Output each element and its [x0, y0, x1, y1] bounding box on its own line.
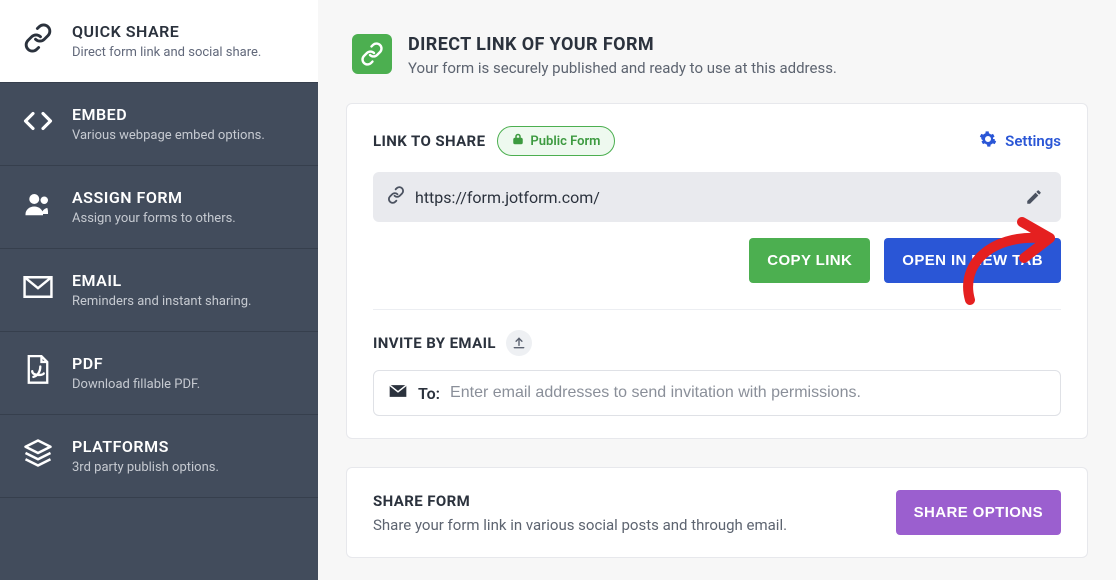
link-share-card: LINK TO SHARE Public Form Settings: [346, 103, 1088, 439]
upload-icon[interactable]: [506, 330, 532, 356]
gear-icon: [979, 130, 997, 152]
sidebar-item-title: EMAIL: [72, 271, 251, 290]
copy-link-button[interactable]: COPY LINK: [749, 238, 870, 283]
lock-icon: [512, 132, 524, 150]
edit-url-button[interactable]: [1021, 184, 1047, 210]
url-field[interactable]: https://form.jotform.com/: [373, 172, 1061, 222]
sidebar-item-sub: Assign your forms to others.: [72, 211, 236, 226]
sidebar-item-title: PLATFORMS: [72, 437, 219, 456]
sidebar-item-platforms[interactable]: PLATFORMS 3rd party publish options.: [0, 415, 318, 498]
sidebar: QUICK SHARE Direct form link and social …: [0, 0, 318, 580]
share-form-sub: Share your form link in various social p…: [373, 516, 876, 534]
link-to-share-label: LINK TO SHARE: [373, 132, 485, 150]
layers-icon: [22, 437, 54, 469]
pdf-icon: [22, 354, 54, 386]
main-content: DIRECT LINK OF YOUR FORM Your form is se…: [318, 0, 1116, 580]
share-options-button[interactable]: SHARE OPTIONS: [896, 490, 1061, 535]
page-header: DIRECT LINK OF YOUR FORM Your form is se…: [346, 34, 1088, 77]
public-form-pill-label: Public Form: [530, 134, 600, 149]
link-badge-icon: [352, 34, 392, 74]
settings-link-label: Settings: [1005, 132, 1061, 150]
page-subtitle: Your form is securely published and read…: [408, 59, 837, 77]
page-title: DIRECT LINK OF YOUR FORM: [408, 34, 837, 55]
open-in-new-tab-button[interactable]: OPEN IN NEW TAB: [884, 238, 1061, 283]
email-invite-field[interactable]: To:: [373, 370, 1061, 416]
sidebar-item-assign-form[interactable]: ASSIGN FORM Assign your forms to others.: [0, 166, 318, 249]
sidebar-item-embed[interactable]: EMBED Various webpage embed options.: [0, 83, 318, 166]
divider: [373, 309, 1061, 310]
share-form-card: SHARE FORM Share your form link in vario…: [346, 467, 1088, 558]
invite-by-email-label: INVITE BY EMAIL: [373, 334, 496, 352]
envelope-icon: [22, 271, 54, 303]
email-input[interactable]: [450, 384, 1046, 402]
sidebar-item-sub: Various webpage embed options.: [72, 128, 265, 143]
link-icon: [387, 186, 405, 208]
users-icon: [22, 188, 54, 220]
public-form-pill[interactable]: Public Form: [497, 126, 615, 156]
sidebar-item-email[interactable]: EMAIL Reminders and instant sharing.: [0, 249, 318, 332]
sidebar-item-title: PDF: [72, 354, 200, 373]
envelope-small-icon: [388, 383, 408, 403]
sidebar-item-sub: Reminders and instant sharing.: [72, 294, 251, 309]
sidebar-item-title: ASSIGN FORM: [72, 188, 236, 207]
sidebar-item-sub: 3rd party publish options.: [72, 460, 219, 475]
link-chain-icon: [22, 22, 54, 54]
to-label: To:: [418, 384, 440, 403]
sidebar-item-title: QUICK SHARE: [72, 22, 261, 41]
sidebar-item-pdf[interactable]: PDF Download fillable PDF.: [0, 332, 318, 415]
url-text: https://form.jotform.com/: [415, 188, 1011, 207]
share-form-title: SHARE FORM: [373, 492, 876, 510]
sidebar-item-sub: Download fillable PDF.: [72, 377, 200, 392]
pencil-icon: [1025, 188, 1043, 206]
settings-link[interactable]: Settings: [979, 130, 1061, 152]
sidebar-item-title: EMBED: [72, 105, 265, 124]
code-icon: [22, 105, 54, 137]
sidebar-item-quick-share[interactable]: QUICK SHARE Direct form link and social …: [0, 0, 318, 83]
sidebar-item-sub: Direct form link and social share.: [72, 45, 261, 60]
